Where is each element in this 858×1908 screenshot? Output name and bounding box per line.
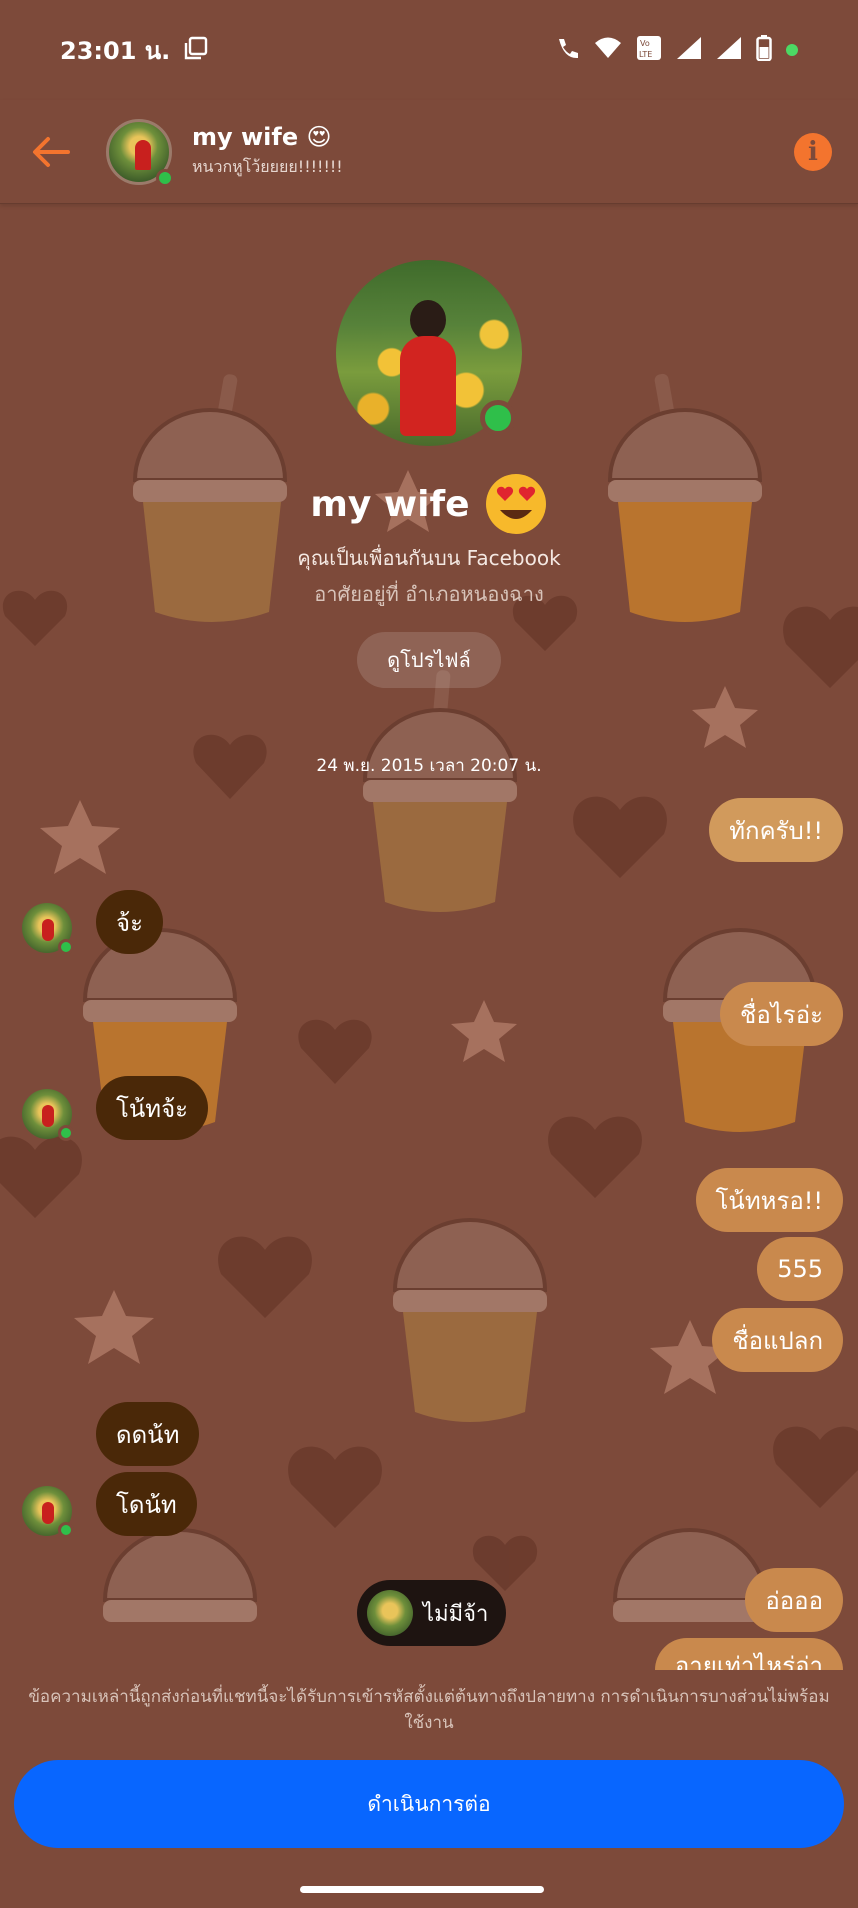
info-icon: i — [808, 136, 818, 167]
lives-in: อาศัยอยู่ที่ อำเภอหนองฉาง — [314, 582, 544, 606]
arrow-left-icon — [33, 136, 70, 167]
profile-intro: my wife คุณเป็นเพื่อนกันบน Facebook อาศั… — [0, 260, 858, 688]
date-separator: 24 พ.ย. 2015 เวลา 20:07 น. — [316, 756, 542, 776]
chat-header: my wife 😍 หนวกหูโว้ยยยย!!!!!!! i — [0, 100, 858, 204]
online-status-dot — [480, 400, 516, 436]
profile-photo — [336, 260, 522, 446]
friends-status: คุณเป็นเพื่อนกันบน Facebook — [297, 546, 561, 570]
battery-icon — [756, 35, 772, 65]
message-bubble-incoming[interactable]: จ้ะ — [96, 890, 163, 954]
message-bubble-outgoing[interactable]: อ่อออ — [745, 1568, 843, 1632]
volte-icon: Vo LTE — [636, 35, 662, 65]
profile-name: my wife — [0, 472, 858, 536]
message-bubble-incoming[interactable]: โน้ทจ้ะ — [96, 1076, 209, 1140]
signal-icon — [716, 36, 742, 64]
message-bubble-incoming[interactable]: โดน้ท — [96, 1472, 197, 1536]
sender-avatar[interactable] — [22, 1486, 74, 1538]
new-message-preview[interactable]: ไม่มีจ้า — [357, 1580, 507, 1646]
avatar — [367, 1590, 413, 1636]
wifi-icon — [594, 36, 622, 64]
contact-name: my wife 😍 — [192, 123, 332, 151]
view-profile-button[interactable]: ดูโปรไฟล์ — [357, 632, 501, 688]
encryption-notice: ข้อความเหล่านี้ถูกส่งก่อนที่แชทนี้จะได้ร… — [28, 1687, 830, 1733]
message-bubble-outgoing[interactable]: ชื่อแปลก — [712, 1308, 843, 1372]
heart-eyes-emoji-icon — [485, 474, 546, 534]
preview-text: ไม่มีจ้า — [423, 1601, 489, 1627]
wifi-call-icon — [554, 35, 580, 65]
screenshot-icon — [184, 36, 208, 64]
message-bubble-outgoing[interactable]: โน้ทหรอ!! — [695, 1168, 843, 1232]
sender-avatar[interactable] — [22, 1089, 74, 1141]
header-title-block[interactable]: my wife 😍 หนวกหูโว้ยยยย!!!!!!! — [192, 123, 343, 180]
sender-avatar[interactable] — [22, 903, 74, 955]
info-button[interactable]: i — [794, 132, 832, 171]
online-status-dot — [156, 168, 174, 187]
back-button[interactable] — [26, 127, 76, 177]
signal-icon — [676, 36, 702, 64]
message-bubble-outgoing[interactable]: ทักครับ!! — [709, 798, 843, 862]
online-status-dot — [58, 1125, 74, 1141]
privacy-indicator-dot — [786, 44, 798, 56]
svg-text:LTE: LTE — [639, 50, 652, 59]
online-status-dot — [58, 1522, 74, 1538]
contact-status: หนวกหูโว้ยยยย!!!!!!! — [192, 157, 343, 176]
message-bubble-outgoing[interactable]: 555 — [757, 1237, 843, 1301]
header-avatar[interactable] — [106, 118, 174, 187]
status-time: 23:01 น. — [60, 36, 171, 65]
home-indicator[interactable] — [300, 1886, 544, 1893]
message-bubble-incoming[interactable]: ดดน้ท — [96, 1402, 200, 1466]
continue-button[interactable]: ดำเนินการต่อ — [14, 1760, 844, 1848]
status-bar: 23:01 น. Vo LTE — [0, 0, 858, 100]
status-icons: Vo LTE — [554, 35, 798, 65]
profile-name-text: my wife — [310, 483, 470, 525]
online-status-dot — [58, 939, 74, 955]
svg-text:Vo: Vo — [640, 39, 650, 48]
message-bubble-outgoing[interactable]: ชื่อไรอ่ะ — [720, 982, 843, 1046]
